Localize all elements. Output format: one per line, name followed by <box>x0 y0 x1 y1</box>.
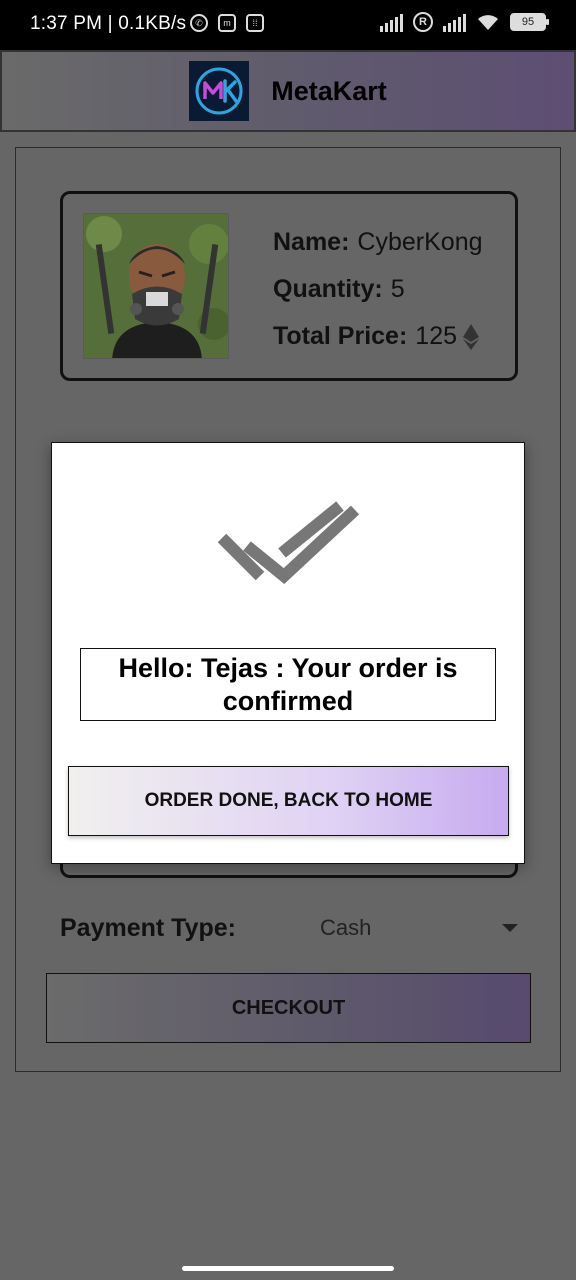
order-confirmation-message: Hello: Tejas : Your order is confirmed <box>80 648 496 721</box>
price-value: 125 <box>415 322 458 350</box>
price-label: Total Price: <box>273 322 408 350</box>
payment-type-row[interactable]: Payment Type: Cash <box>60 908 518 948</box>
app-logo <box>189 61 250 121</box>
name-value: CyberKong <box>357 228 483 256</box>
signal-icon <box>443 12 466 32</box>
product-price-row: Total Price: 125 <box>273 313 483 360</box>
order-confirmed-dialog: Hello: Tejas : Your order is confirmed O… <box>51 442 525 864</box>
notification-m-icon: m <box>218 14 236 32</box>
payment-type-select[interactable]: Cash <box>320 915 371 941</box>
product-name-row: Name: CyberKong <box>273 219 483 266</box>
ethereum-icon <box>463 323 480 350</box>
dropdown-arrow-icon[interactable] <box>502 924 518 932</box>
status-time: 1:37 PM | 0.1KB/s <box>30 13 187 34</box>
quantity-value: 5 <box>390 275 405 303</box>
payment-type-label: Payment Type: <box>60 913 236 942</box>
app-bar: MetaKart <box>0 50 576 132</box>
double-check-icon <box>217 501 360 584</box>
status-bar: 1:37 PM | 0.1KB/s ✆ m ⁞⁞ R 95 <box>0 0 576 50</box>
checkout-button[interactable]: CHECKOUT <box>46 973 531 1043</box>
product-quantity-row: Quantity: 5 <box>273 266 483 313</box>
product-summary: Name: CyberKong Quantity: 5 Total Price:… <box>60 191 518 381</box>
quantity-label: Quantity: <box>273 275 383 303</box>
nft-avatar-image <box>84 214 228 358</box>
grid-icon: ⁞⁞ <box>246 14 264 32</box>
battery-icon: 95 <box>510 13 549 31</box>
battery-level: 95 <box>521 16 535 28</box>
app-title: MetaKart <box>271 75 387 106</box>
name-label: Name: <box>273 228 350 256</box>
whatsapp-icon: ✆ <box>190 14 208 32</box>
product-image <box>83 213 229 359</box>
signal-icon <box>380 12 403 32</box>
order-done-back-home-button[interactable]: ORDER DONE, BACK TO HOME <box>68 766 509 836</box>
r-icon: R <box>413 12 433 32</box>
wifi-icon <box>478 15 498 30</box>
mk-logo-icon <box>195 67 243 115</box>
home-indicator[interactable] <box>182 1266 394 1271</box>
